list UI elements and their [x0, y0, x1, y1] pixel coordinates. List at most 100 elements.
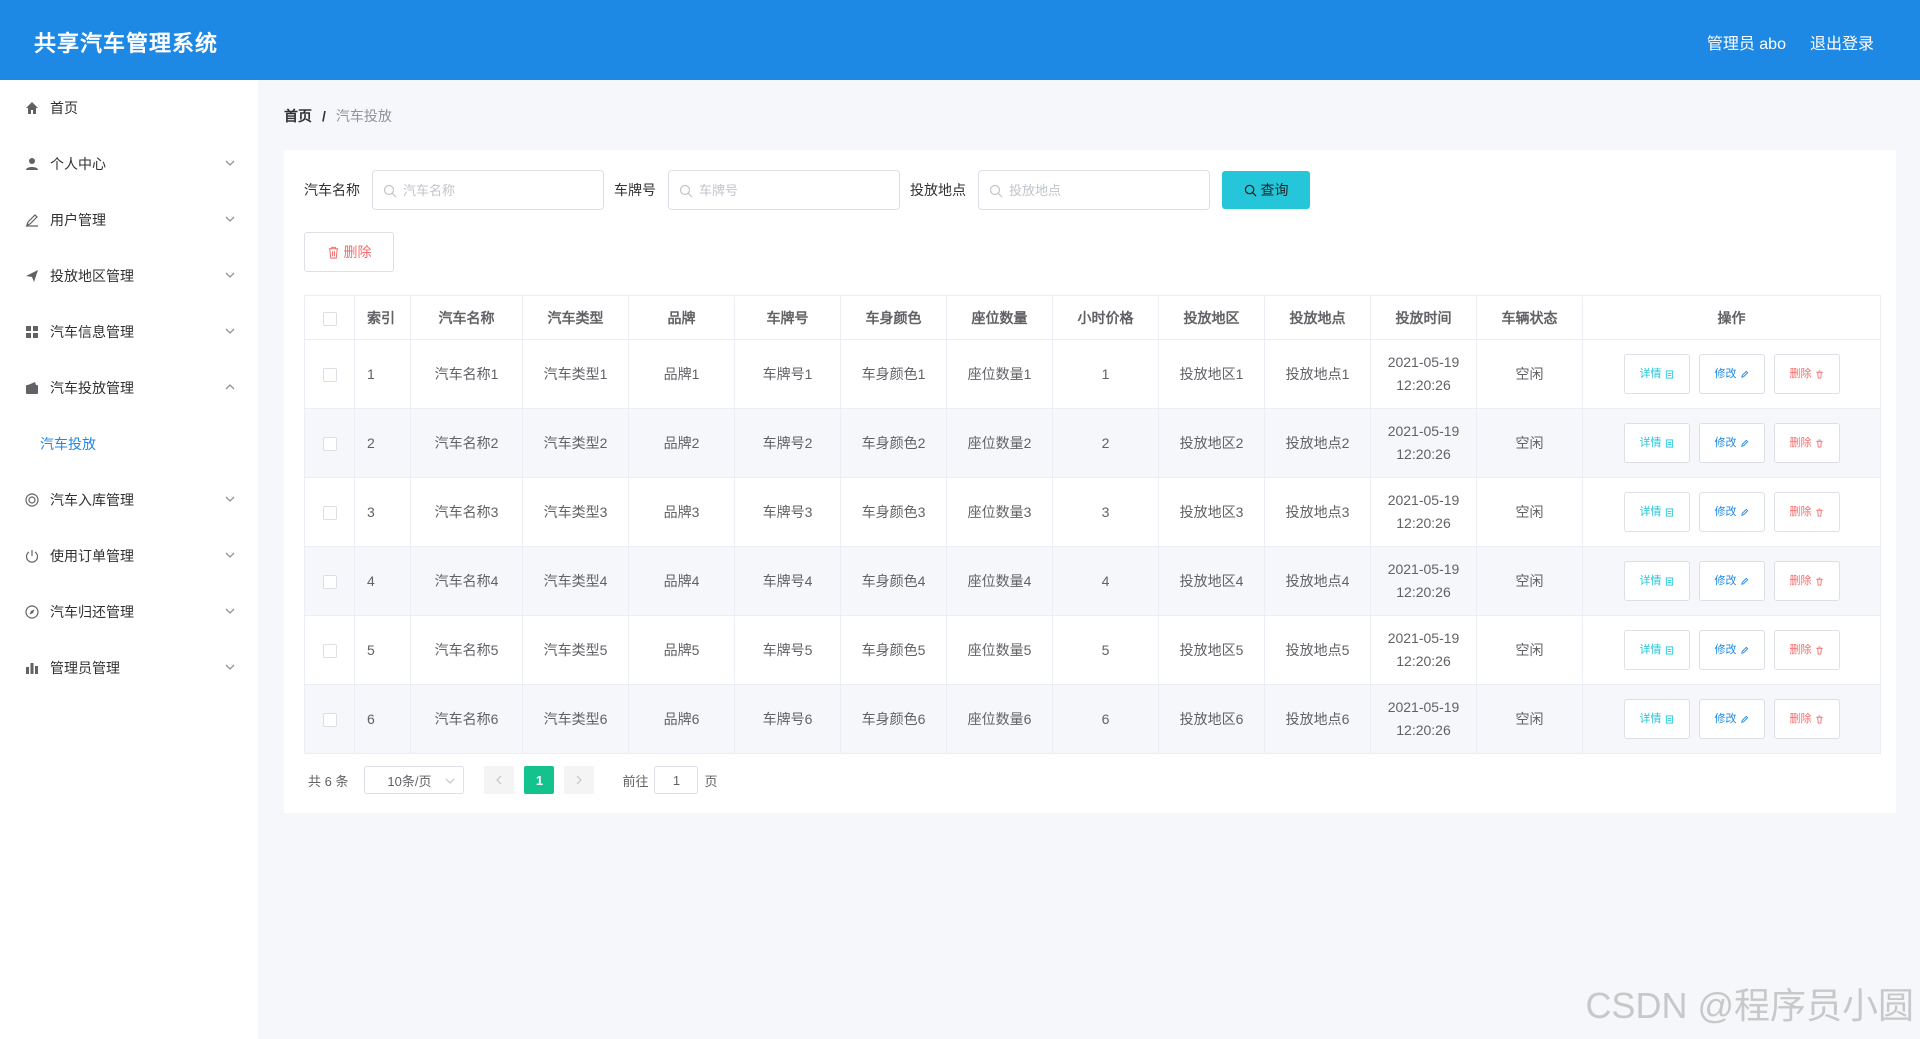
cell-brand: 品牌4 [628, 546, 735, 616]
document-icon [1665, 507, 1673, 517]
cell-price: 4 [1052, 546, 1159, 616]
cell-status: 空闲 [1476, 615, 1583, 685]
deploy-date: 2021-05-19 [1387, 561, 1460, 577]
row-delete-button[interactable]: 删除 [1773, 630, 1840, 670]
batch-delete-label: 删除 [343, 244, 372, 260]
row-delete-button[interactable]: 删除 [1773, 699, 1840, 739]
cell-type: 汽车类型5 [522, 615, 629, 685]
sidebar-item-label: 使用订单管理 [50, 548, 134, 564]
cell-status: 空闲 [1476, 477, 1583, 547]
spot-label: 投放地点 [910, 182, 966, 198]
sidebar-item-car-return[interactable]: 汽车归还管理 [0, 584, 258, 640]
sidebar-item-car-storage[interactable]: 汽车入库管理 [0, 472, 258, 528]
cell-deploy-time: 2021-05-19 12:20:26 [1370, 477, 1477, 547]
sidebar-subitem-car-deploy[interactable]: 汽车投放 [0, 416, 258, 472]
search-icon [679, 184, 693, 198]
edit-button[interactable]: 修改 [1698, 630, 1765, 670]
row-checkbox[interactable] [322, 505, 337, 520]
page-size-select[interactable]: 10条/页 [364, 766, 465, 794]
top-bar: 共享汽车管理系统 管理员 abo 退出登录 [0, 0, 1920, 80]
chevron-down-icon [225, 664, 235, 670]
sidebar-item-admins[interactable]: 管理员管理 [0, 640, 258, 696]
send-icon [24, 268, 40, 284]
sidebar-item-users[interactable]: 用户管理 [0, 192, 258, 248]
row-delete-button[interactable]: 删除 [1773, 561, 1840, 601]
cell-brand: 品牌5 [628, 615, 735, 685]
column-header: 操作 [1582, 295, 1881, 340]
car-name-field[interactable] [372, 170, 604, 210]
edit-button[interactable]: 修改 [1698, 492, 1765, 532]
detail-label: 详情 [1639, 367, 1662, 380]
sidebar-item-profile[interactable]: 个人中心 [0, 136, 258, 192]
chevron-right-icon [577, 775, 583, 785]
chevron-down-icon [225, 496, 235, 502]
sidebar-item-home[interactable]: 首页 [0, 80, 258, 136]
query-button-label: 查询 [1260, 182, 1289, 198]
edit-button[interactable]: 修改 [1698, 354, 1765, 394]
cell-actions: 详情 修改 删除 [1582, 615, 1881, 685]
column-header: 车辆状态 [1476, 295, 1583, 340]
prev-page-button[interactable] [484, 766, 515, 794]
current-user-label[interactable]: 管理员 abo [1707, 30, 1786, 54]
search-icon [383, 184, 397, 198]
search-form: 汽车名称 车牌号 投放地点 查询 [304, 170, 1310, 210]
sidebar-item-car-deploy[interactable]: 汽车投放管理 [0, 360, 258, 416]
sidebar-item-label: 用户管理 [50, 212, 106, 228]
row-delete-button[interactable]: 删除 [1773, 354, 1840, 394]
batch-delete-button[interactable]: 删除 [304, 232, 394, 272]
edit-button[interactable]: 修改 [1698, 699, 1765, 739]
plate-field[interactable] [668, 170, 900, 210]
pagination-total: 共 6 条 [308, 773, 349, 789]
deploy-date: 2021-05-19 [1387, 423, 1460, 439]
row-select-cell [304, 408, 355, 478]
edit-button[interactable]: 修改 [1698, 561, 1765, 601]
cell-spot: 投放地点6 [1264, 684, 1371, 754]
sidebar-item-orders[interactable]: 使用订单管理 [0, 528, 258, 584]
edit-label: 修改 [1714, 505, 1737, 518]
detail-button[interactable]: 详情 [1623, 630, 1690, 670]
row-delete-button[interactable]: 删除 [1773, 492, 1840, 532]
spot-input[interactable] [1009, 182, 1209, 198]
select-all-checkbox[interactable] [322, 311, 337, 326]
sidebar-item-regions[interactable]: 投放地区管理 [0, 248, 258, 304]
cell-spot: 投放地点1 [1264, 339, 1371, 409]
row-checkbox[interactable] [322, 367, 337, 382]
trash-icon [328, 246, 338, 259]
row-delete-button[interactable]: 删除 [1773, 423, 1840, 463]
deploy-time: 12:20:26 [1396, 722, 1451, 738]
detail-button[interactable]: 详情 [1623, 561, 1690, 601]
column-header: 汽车类型 [522, 295, 629, 340]
header-actions: 管理员 abo 退出登录 [1707, 30, 1874, 54]
row-select-cell [304, 546, 355, 616]
edit-button[interactable]: 修改 [1698, 423, 1765, 463]
sidebar-item-car-info[interactable]: 汽车信息管理 [0, 304, 258, 360]
next-page-button[interactable] [564, 766, 595, 794]
query-button[interactable]: 查询 [1222, 171, 1310, 209]
detail-button[interactable]: 详情 [1623, 699, 1690, 739]
cell-index: 4 [354, 546, 411, 616]
column-header: 投放时间 [1370, 295, 1477, 340]
page-number-current[interactable]: 1 [524, 766, 555, 794]
detail-button[interactable]: 详情 [1623, 492, 1690, 532]
row-checkbox[interactable] [322, 574, 337, 589]
row-checkbox[interactable] [322, 436, 337, 451]
edit-label: 修改 [1714, 712, 1737, 725]
breadcrumb-home[interactable]: 首页 [284, 106, 312, 126]
column-header: 投放地区 [1158, 295, 1265, 340]
row-checkbox[interactable] [322, 643, 337, 658]
cell-price: 2 [1052, 408, 1159, 478]
spot-field[interactable] [978, 170, 1210, 210]
goto-page-input[interactable] [654, 766, 699, 794]
cell-index: 6 [354, 684, 411, 754]
car-name-input[interactable] [403, 182, 603, 198]
plate-input[interactable] [699, 182, 899, 198]
cell-name: 汽车名称3 [410, 477, 523, 547]
detail-button[interactable]: 详情 [1623, 354, 1690, 394]
deploy-date: 2021-05-19 [1387, 699, 1460, 715]
row-checkbox[interactable] [322, 712, 337, 727]
cell-name: 汽车名称2 [410, 408, 523, 478]
detail-button[interactable]: 详情 [1623, 423, 1690, 463]
table-row: 5 汽车名称5 汽车类型5 品牌5 车牌号5 车身颜色5 座位数量5 5 投放地区5 投放地点5 2… [304, 615, 1881, 685]
trash-icon [1815, 438, 1823, 448]
logout-button[interactable]: 退出登录 [1810, 30, 1874, 54]
